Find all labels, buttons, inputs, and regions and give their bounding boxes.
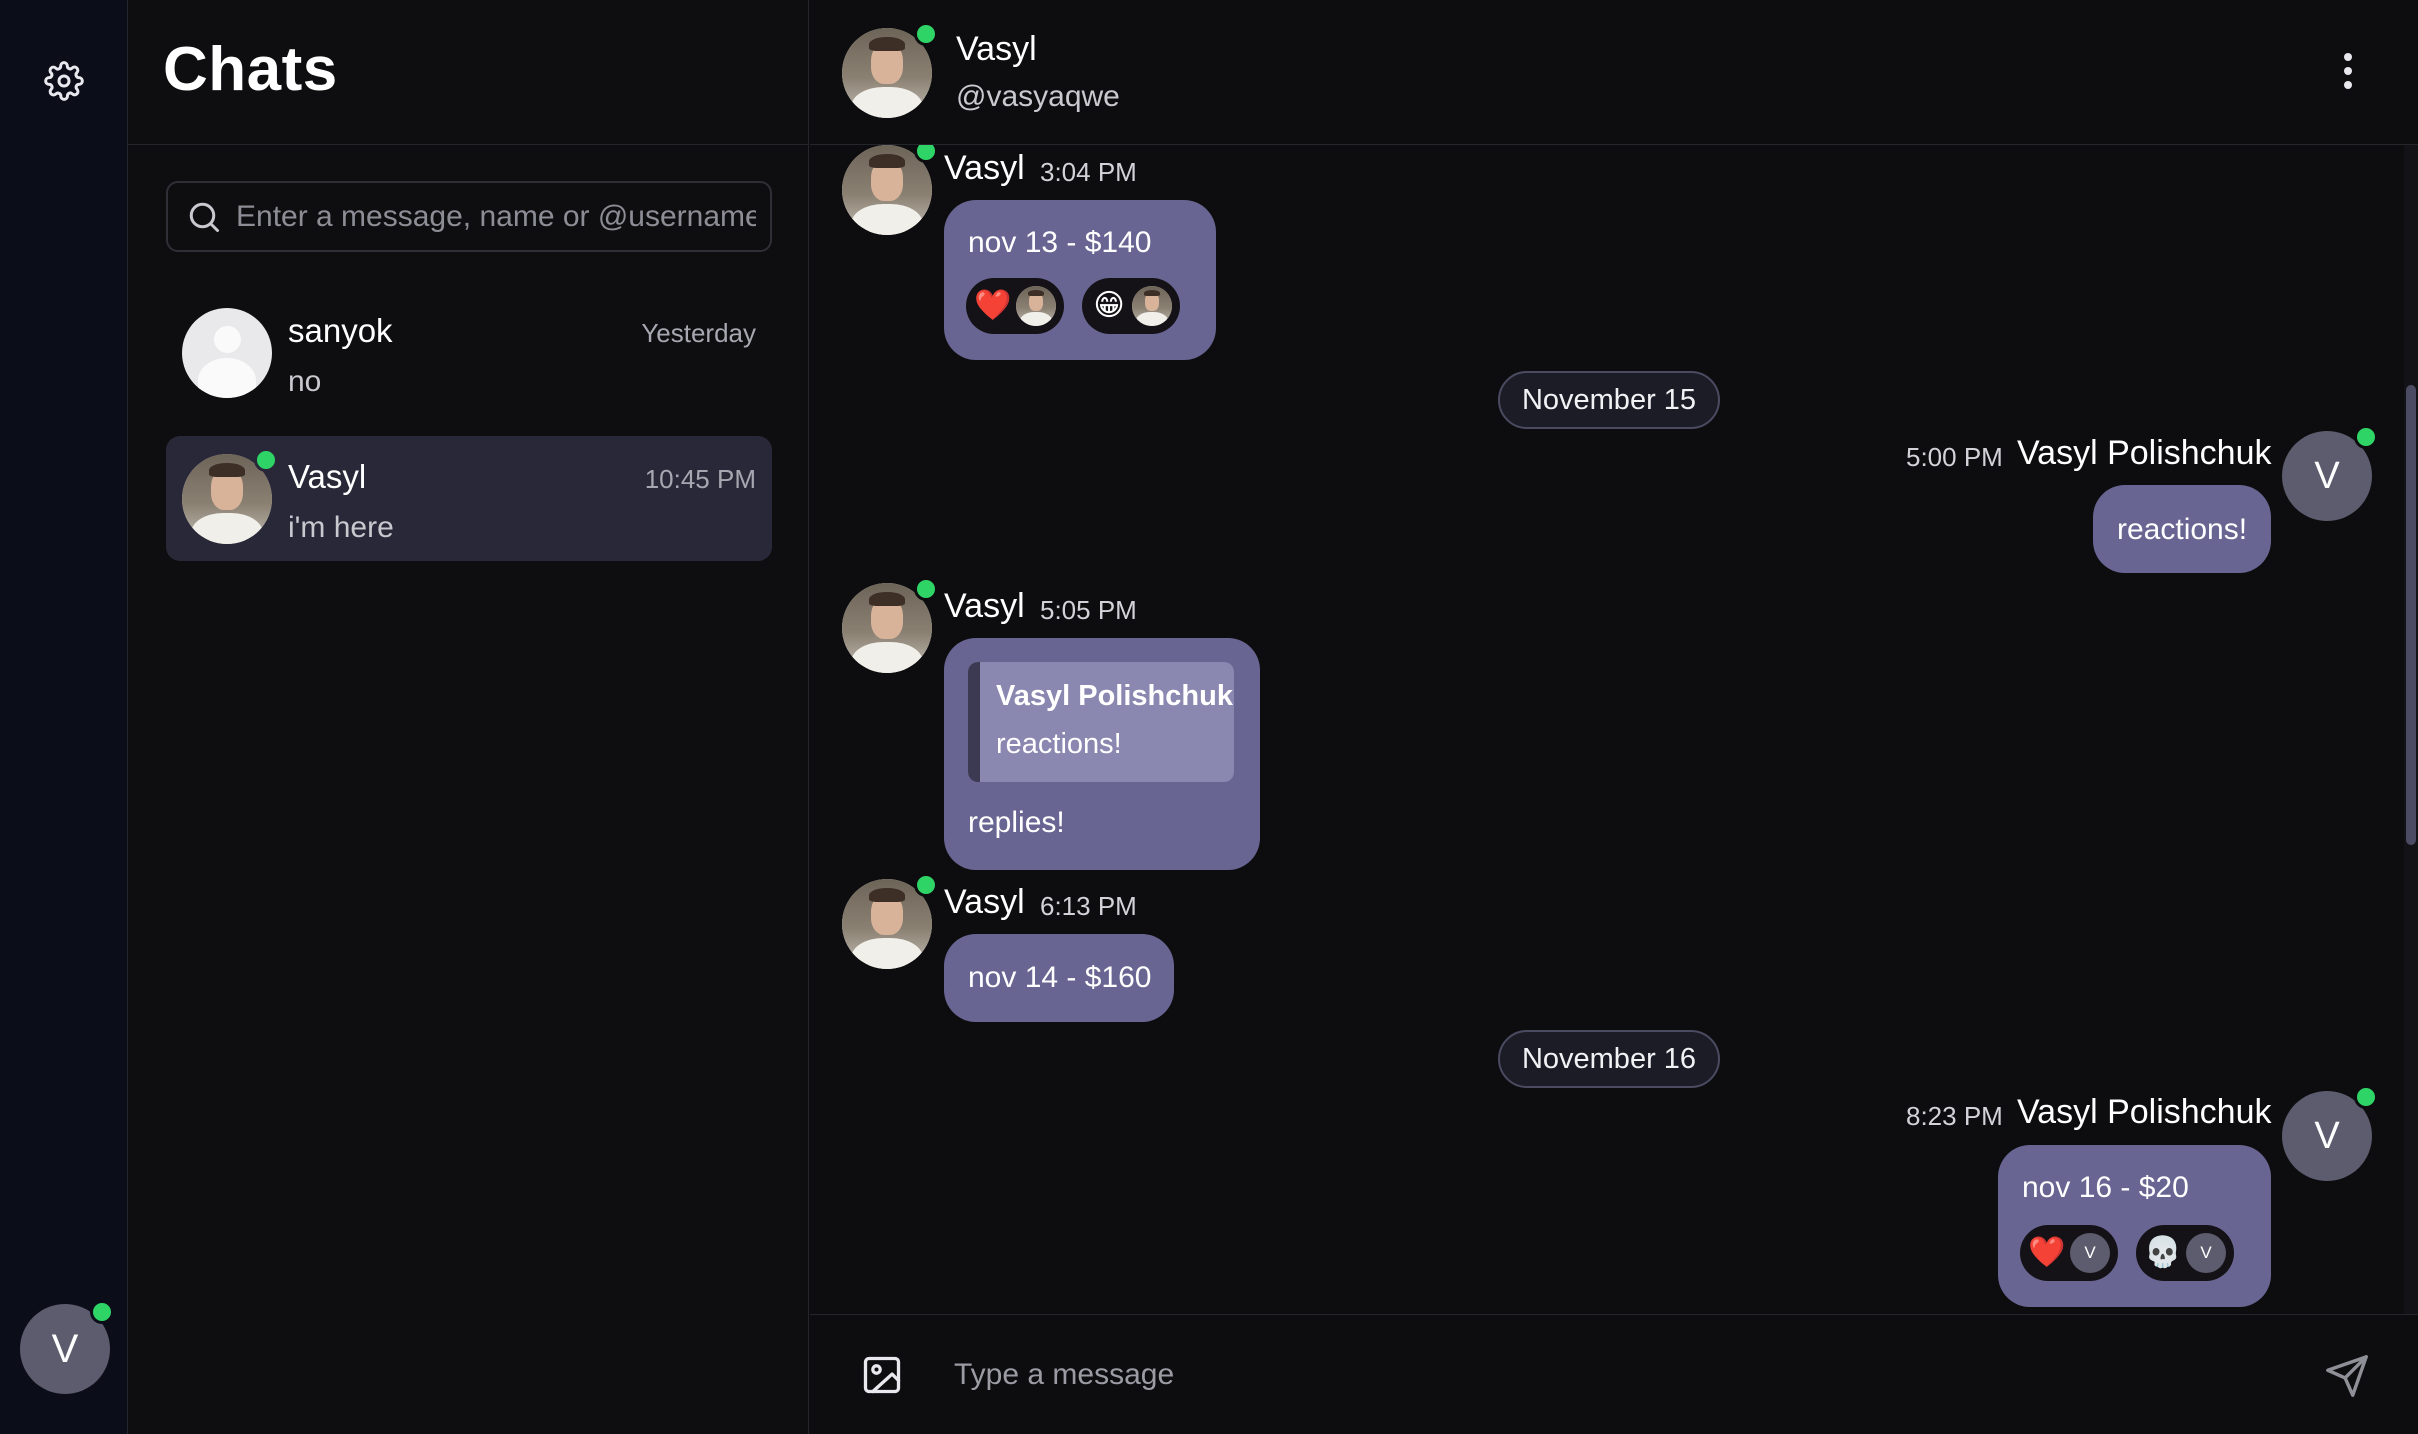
app-rail: V: [0, 0, 128, 1434]
online-indicator: [254, 448, 278, 472]
message-bubble[interactable]: reactions!: [2093, 485, 2271, 573]
heart-emoji-icon: ❤️: [974, 289, 1012, 322]
message-avatar[interactable]: V: [2282, 425, 2378, 521]
conversation-item-sanyok[interactable]: sanyok Yesterday no: [166, 290, 772, 415]
scrollbar-thumb[interactable]: [2406, 385, 2416, 845]
conversation-preview: no: [288, 365, 322, 398]
grin-emoji-icon: 😁: [1093, 289, 1125, 322]
message-avatar[interactable]: V: [2282, 1085, 2378, 1181]
image-icon[interactable]: [860, 1353, 904, 1397]
chat-header-avatar[interactable]: [842, 22, 938, 118]
chat-list-header: Chats: [128, 0, 808, 145]
chat-header-name: Vasyl: [956, 30, 1037, 68]
reactor-avatar: [1132, 286, 1172, 326]
reaction-chip[interactable]: ❤️: [966, 278, 1064, 334]
avatar-initial: V: [2314, 454, 2340, 497]
search-box[interactable]: [166, 181, 772, 252]
reaction-chip[interactable]: ❤️ V: [2020, 1225, 2118, 1281]
conversation-name: sanyok: [288, 312, 393, 349]
date-separator: November 15: [1498, 371, 1720, 429]
message-sender: Vasyl: [944, 883, 1025, 921]
message-avatar[interactable]: [842, 873, 938, 969]
conversation-pane: Vasyl @vasyaqwe Vasyl 3:04 PM nov 13 - $…: [810, 0, 2418, 1434]
message-bubble[interactable]: nov 13 - $140 ❤️ 😁: [944, 200, 1216, 360]
conversation-name: Vasyl: [288, 458, 367, 495]
message-avatar[interactable]: [842, 577, 938, 673]
reaction-chip[interactable]: 💀 V: [2136, 1225, 2234, 1281]
message-time: 3:04 PM: [1040, 157, 1137, 187]
chat-list-panel: Chats sanyok Yesterday no Vasyl 10:45 PM…: [128, 0, 809, 1434]
current-user-initial: V: [51, 1326, 79, 1371]
reply-quote-sender: Vasyl Polishchuk: [996, 680, 1233, 712]
online-indicator: [914, 145, 938, 163]
chat-list-title: Chats: [163, 35, 338, 104]
message-text: reactions!: [2117, 513, 2248, 546]
online-indicator: [90, 1300, 114, 1324]
reactor-avatar: V: [2186, 1233, 2226, 1273]
send-icon[interactable]: [2324, 1353, 2370, 1399]
message-sender: Vasyl: [944, 149, 1025, 187]
message-avatar[interactable]: [842, 145, 938, 235]
gear-icon[interactable]: [44, 61, 84, 101]
message-text: nov 14 - $160: [968, 961, 1152, 994]
conversation-preview: i'm here: [288, 511, 394, 544]
online-indicator: [2354, 425, 2378, 449]
conversation-item-vasyl[interactable]: Vasyl 10:45 PM i'm here: [166, 436, 772, 561]
skull-emoji-icon: 💀: [2144, 1236, 2182, 1269]
avatar: [182, 308, 272, 398]
online-indicator: [2354, 1085, 2378, 1109]
message-time: 8:23 PM: [1906, 1101, 2003, 1131]
message-bubble[interactable]: nov 16 - $20 ❤️ V 💀 V: [1998, 1145, 2271, 1307]
reactor-avatar: V: [2070, 1233, 2110, 1273]
message-input[interactable]: [954, 1345, 2154, 1405]
message-scrollbar[interactable]: [2404, 145, 2418, 1315]
message-time: 6:13 PM: [1040, 891, 1137, 921]
message-sender: Vasyl Polishchuk: [2017, 1093, 2272, 1131]
message-sender: Vasyl Polishchuk: [2017, 434, 2272, 472]
current-user-avatar[interactable]: V: [20, 1300, 114, 1394]
avatar: [182, 448, 278, 544]
avatar-initial: V: [2314, 1114, 2340, 1157]
reaction-chip[interactable]: 😁: [1082, 278, 1180, 334]
message-text: replies!: [968, 806, 1065, 839]
online-indicator: [914, 873, 938, 897]
chat-header-username: @vasyaqwe: [956, 80, 1120, 113]
online-indicator: [914, 22, 938, 46]
reply-quote[interactable]: Vasyl Polishchuk reactions!: [968, 662, 1234, 782]
message-time: 5:00 PM: [1906, 442, 2003, 472]
date-separator: November 16: [1498, 1030, 1720, 1088]
search-input[interactable]: [236, 199, 756, 234]
message-time: 5:05 PM: [1040, 595, 1137, 625]
default-avatar-icon: [182, 308, 272, 398]
chat-header: Vasyl @vasyaqwe: [810, 0, 2418, 145]
kebab-menu-icon[interactable]: [2338, 50, 2358, 96]
search-icon: [189, 202, 219, 232]
message-list[interactable]: Vasyl 3:04 PM nov 13 - $140 ❤️ 😁 Novembe…: [810, 145, 2418, 1315]
conversation-time: 10:45 PM: [644, 464, 756, 494]
message-text: nov 13 - $140: [968, 226, 1152, 259]
heart-emoji-icon: ❤️: [2028, 1236, 2066, 1269]
conversation-time: Yesterday: [641, 318, 756, 348]
message-sender: Vasyl: [944, 587, 1025, 625]
message-composer: [810, 1314, 2418, 1434]
message-text: nov 16 - $20: [2022, 1171, 2189, 1204]
online-indicator: [914, 577, 938, 601]
reply-quote-text: reactions!: [996, 728, 1122, 760]
reactor-avatar: [1016, 286, 1056, 326]
message-bubble[interactable]: Vasyl Polishchuk reactions! replies!: [944, 638, 1260, 870]
message-bubble[interactable]: nov 14 - $160: [944, 934, 1174, 1022]
